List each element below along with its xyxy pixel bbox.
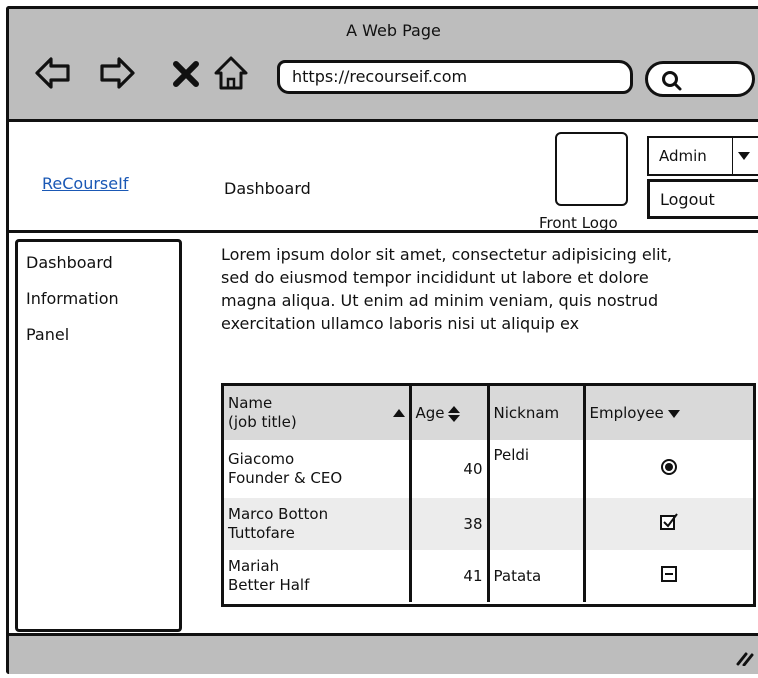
employee-cell <box>582 550 753 602</box>
user-role-select[interactable]: Admin <box>647 136 758 176</box>
logo-link[interactable]: ReCourseIf <box>42 174 128 193</box>
sidebar-item-panel[interactable]: Panel <box>18 324 179 360</box>
name-cell: Giacomo Founder & CEO <box>224 440 410 498</box>
employee-name: Mariah <box>228 557 280 575</box>
checkbox-indeterminate-icon[interactable] <box>659 564 679 584</box>
name-cell: Mariah Better Half <box>224 550 410 602</box>
employee-cell <box>582 440 753 498</box>
employee-cell <box>582 498 753 550</box>
sidebar: Dashboard Information Panel <box>15 239 182 632</box>
job-title-header-label: (job title) <box>228 413 297 431</box>
age-header-label: Age <box>415 404 445 422</box>
header-divider <box>9 230 758 233</box>
employee-name: Marco Botton <box>228 505 329 523</box>
forward-arrow-icon[interactable] <box>97 53 137 93</box>
search-icon <box>662 71 682 91</box>
column-header-employee[interactable]: Employee <box>582 386 753 440</box>
column-header-nickname[interactable]: Nicknam <box>486 386 584 440</box>
employee-name: Giacomo <box>228 450 295 468</box>
home-icon[interactable] <box>213 53 249 93</box>
column-header-age[interactable]: Age <box>408 386 488 440</box>
employee-header-label: Employee <box>589 404 664 422</box>
nickname-header-label: Nicknam <box>493 404 560 422</box>
resize-grip-icon[interactable] <box>732 646 754 666</box>
column-header-name[interactable]: Name (job title) <box>224 386 410 440</box>
employee-table: Name (job title) Age Nicknam Employee Gi… <box>221 383 756 607</box>
age-cell: 38 <box>408 498 488 550</box>
employee-job-title: Tuttofare <box>228 524 295 542</box>
logo-placeholder-image <box>555 132 628 206</box>
radio-selected-icon[interactable] <box>659 457 679 477</box>
sort-ascending-icon <box>392 409 405 417</box>
sidebar-item-information[interactable]: Information <box>18 288 179 324</box>
table-row[interactable]: Mariah Better Half 41 Patata <box>224 550 753 602</box>
employee-job-title: Founder & CEO <box>228 469 343 487</box>
site-header: ReCourseIf Dashboard Front Logo Admin Lo… <box>9 122 758 232</box>
back-arrow-icon[interactable] <box>33 53 73 93</box>
select-divider <box>732 138 733 174</box>
employee-job-title: Better Half <box>228 576 310 594</box>
page-title: Dashboard <box>224 179 311 198</box>
logout-button[interactable]: Logout <box>647 179 758 219</box>
nickname-cell: Patata <box>486 550 584 602</box>
sort-descending-icon <box>667 409 680 418</box>
nickname-cell <box>486 498 584 550</box>
sort-icon <box>447 405 460 422</box>
chevron-down-icon <box>738 152 750 160</box>
name-cell: Marco Botton Tuttofare <box>224 498 410 550</box>
table-row[interactable]: Giacomo Founder & CEO 40 Peldi <box>224 440 753 498</box>
age-cell: 41 <box>408 550 488 602</box>
checkbox-checked-icon[interactable] <box>659 512 679 532</box>
browser-toolbar: A Web Page https://recourseif.com <box>9 9 758 119</box>
search-field[interactable] <box>645 61 755 97</box>
address-bar[interactable]: https://recourseif.com <box>277 60 633 94</box>
body-paragraph: Lorem ipsum dolor sit amet, consectetur … <box>221 245 672 333</box>
table-header-row: Name (job title) Age Nicknam Employee <box>224 386 753 440</box>
age-cell: 40 <box>408 440 488 498</box>
status-bar <box>9 636 758 674</box>
table-row[interactable]: Marco Botton Tuttofare 38 <box>224 498 753 550</box>
name-header-label: Name <box>228 394 273 412</box>
nickname-cell: Peldi <box>486 440 584 498</box>
window-title: A Web Page <box>346 21 441 40</box>
user-role-value: Admin <box>659 147 707 165</box>
close-icon[interactable] <box>171 53 201 93</box>
sidebar-item-dashboard[interactable]: Dashboard <box>18 252 179 288</box>
